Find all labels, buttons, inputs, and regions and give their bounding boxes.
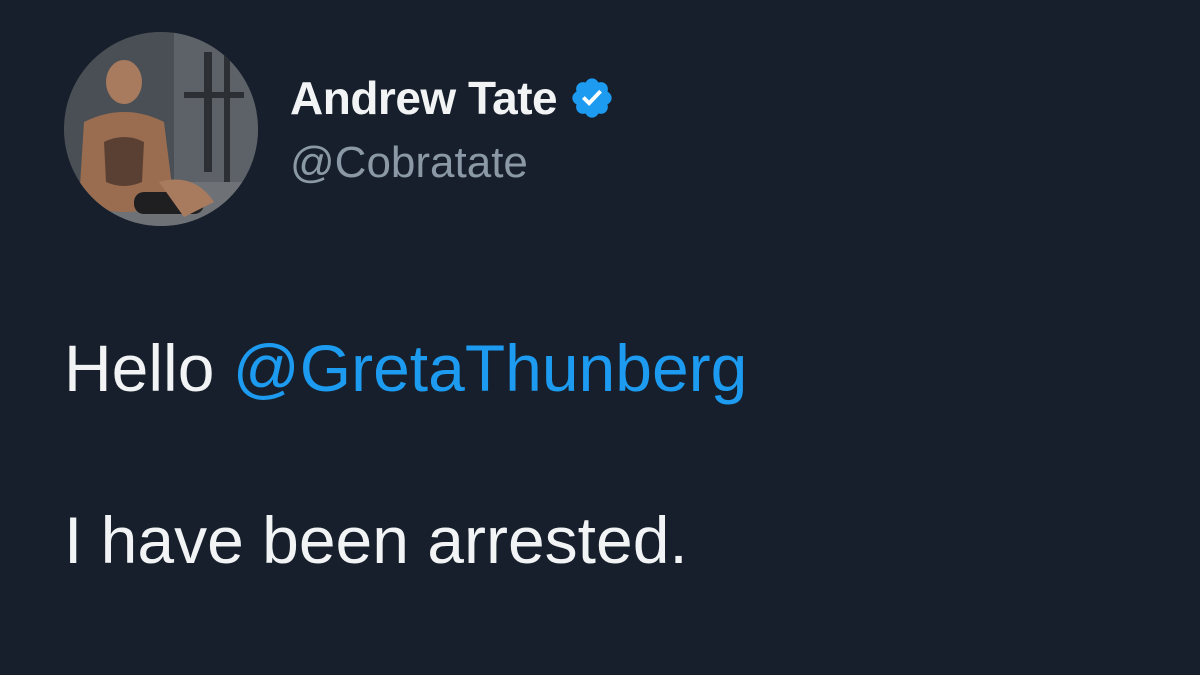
author-display-name[interactable]: Andrew Tate (290, 71, 558, 125)
mention-link[interactable]: @GretaThunberg (233, 331, 748, 405)
profile-avatar[interactable] (64, 32, 258, 226)
tweet-card: Andrew Tate @Cobratate Hello @GretaThunb… (0, 0, 1200, 675)
author-handle[interactable]: @Cobratate (290, 138, 528, 188)
tweet-greeting: Hello (64, 331, 215, 405)
tweet-text-line-1: Hello @GretaThunberg (64, 330, 747, 406)
verified-check-icon (569, 75, 615, 121)
tweet-text-line-2: I have been arrested. (64, 503, 688, 577)
author-name-row: Andrew Tate (290, 70, 615, 126)
profile-photo (64, 32, 258, 226)
